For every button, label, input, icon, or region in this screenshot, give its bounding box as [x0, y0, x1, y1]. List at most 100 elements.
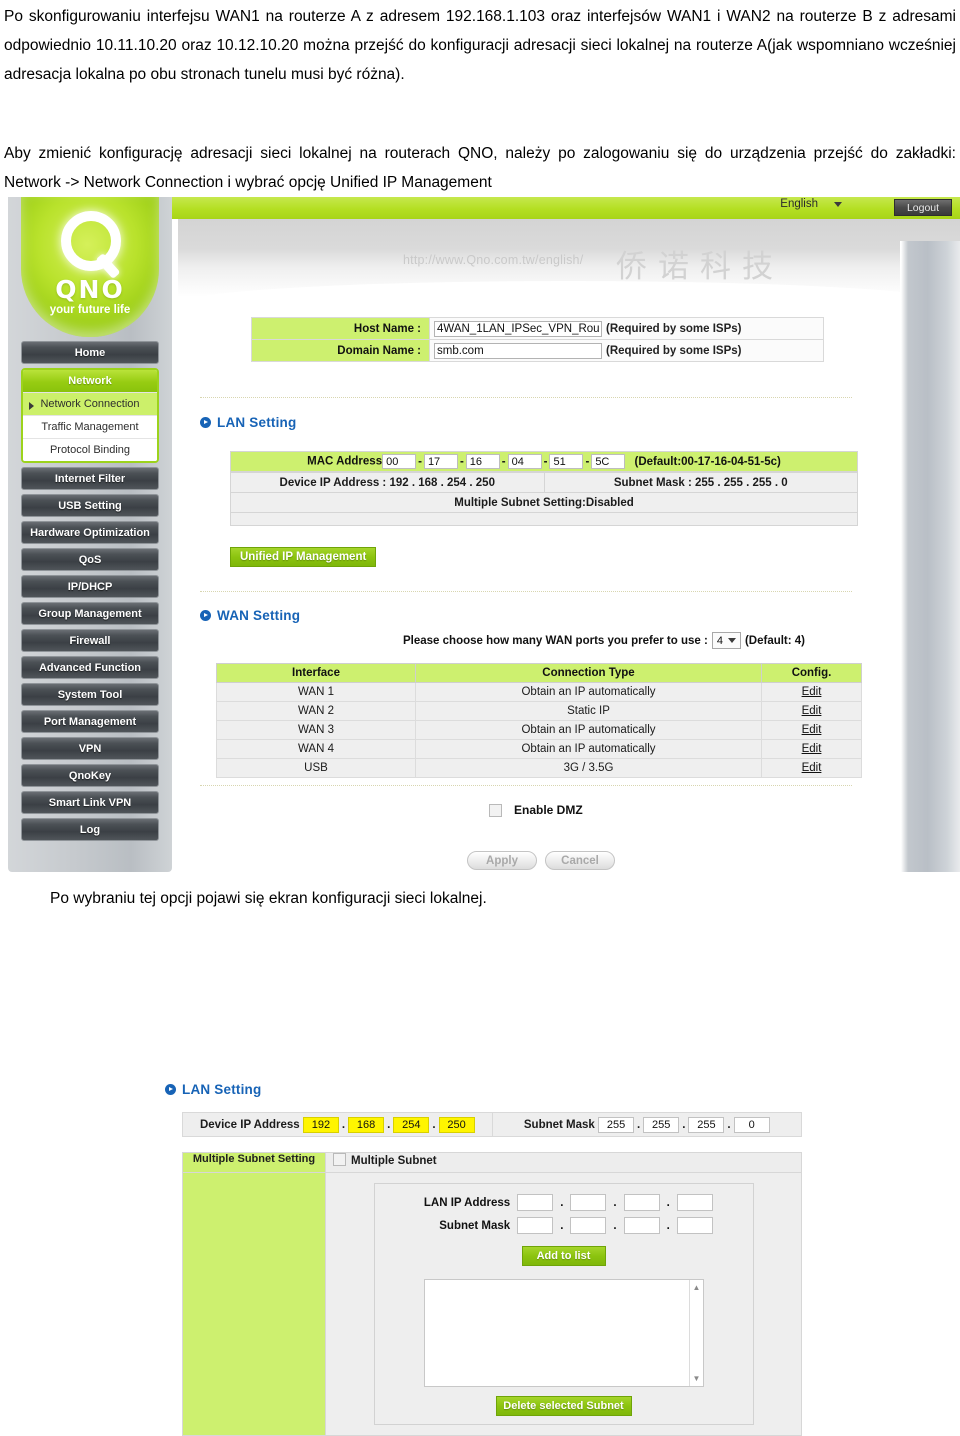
mac-octet-3[interactable]: 16	[465, 454, 500, 469]
sidebar-item-qos[interactable]: QoS	[21, 548, 159, 571]
cancel-button[interactable]: Cancel	[545, 851, 615, 870]
scrollbar[interactable]: ▲ ▼	[688, 1280, 703, 1386]
bullet-arrow-icon	[165, 1084, 176, 1095]
table-row: Multiple Subnet Setting Multiple Subnet	[182, 1152, 802, 1173]
subnet-mask-cell: Subnet Mask 255. 255. 255. 0	[491, 1112, 802, 1137]
wan2-config-cell: Edit	[761, 701, 862, 721]
lan-ip-input-3[interactable]	[623, 1194, 660, 1211]
device-ip-octet-1[interactable]: 192	[302, 1116, 339, 1133]
wan1-interface: WAN 1	[216, 682, 416, 702]
table-row: WAN 3 Obtain an IP automatically Edit	[216, 720, 862, 740]
subnet-mask-octet-3[interactable]: 255	[688, 1116, 725, 1133]
subnet-list-box[interactable]: ▲ ▼	[423, 1279, 704, 1387]
sidebar-item-qnokey[interactable]: QnoKey	[21, 764, 159, 787]
lan-config-heading-text: LAN Setting	[182, 1082, 262, 1097]
wan-port-count-default-hint: (Default: 4)	[744, 634, 806, 647]
wan-port-count-value: 4	[716, 634, 723, 647]
usb-config-cell: Edit	[761, 758, 862, 778]
lan-ip-input-4[interactable]	[676, 1194, 713, 1211]
subnet-entry-form: LAN IP Address ... Subnet Mask ... Add t…	[373, 1183, 754, 1425]
sidebar-item-network-connection[interactable]: Network Connection	[23, 392, 157, 415]
sidebar-item-log[interactable]: Log	[21, 818, 159, 841]
subnet-mask-input-3[interactable]	[623, 1217, 660, 1234]
delete-selected-subnet-button[interactable]: Delete selected Subnet	[495, 1396, 632, 1416]
multiple-subnet-setting-label: Multiple Subnet Setting	[182, 1152, 326, 1173]
subnet-mask-octet-1[interactable]: 255	[598, 1116, 635, 1133]
table-row: MAC Address 00-17-16-04-51-5C (Default:00…	[230, 451, 858, 472]
sidebar-item-system-tool[interactable]: System Tool	[21, 683, 159, 706]
sidebar-item-network[interactable]: Network	[23, 370, 157, 392]
scroll-down-icon[interactable]: ▼	[693, 1374, 701, 1383]
wan2-edit-link[interactable]: Edit	[802, 705, 822, 717]
wan3-config-cell: Edit	[761, 720, 862, 740]
mac-octet-2[interactable]: 17	[423, 454, 458, 469]
wan1-edit-link[interactable]: Edit	[802, 686, 822, 698]
sidebar-item-smart-link-vpn[interactable]: Smart Link VPN	[21, 791, 159, 814]
subnet-mask-input-2[interactable]	[570, 1217, 607, 1234]
lan-ip-summary-table: Device IP Address : 192 . 168 . 254 . 25…	[230, 472, 858, 526]
mac-octet-4[interactable]: 04	[507, 454, 542, 469]
sidebar-item-internet-filter[interactable]: Internet Filter	[21, 467, 159, 490]
enable-dmz-checkbox[interactable]	[489, 803, 502, 817]
sidebar-item-advanced-function[interactable]: Advanced Function	[21, 656, 159, 679]
col-interface: Interface	[216, 663, 416, 683]
unified-ip-management-button[interactable]: Unified IP Management	[230, 547, 377, 567]
device-ip-label: Device IP Address	[199, 1118, 300, 1131]
sidebar-item-protocol-binding[interactable]: Protocol Binding	[23, 438, 157, 461]
mac-address-cell: MAC Address 00-17-16-04-51-5C (Default:00…	[230, 451, 858, 472]
logo-wordmark: QNO	[55, 275, 125, 304]
wan4-edit-link[interactable]: Edit	[802, 743, 822, 755]
lan-ip-input-1[interactable]	[517, 1194, 554, 1211]
mac-octet-1[interactable]: 00	[382, 454, 417, 469]
device-ip-octet-2[interactable]: 168	[348, 1116, 385, 1133]
subnet-mask-octet-4[interactable]: 0	[733, 1116, 770, 1133]
add-to-list-button[interactable]: Add to list	[521, 1246, 606, 1266]
wan-port-count-label: Please choose how many WAN ports you pre…	[403, 634, 708, 647]
subnet-mask-input-4[interactable]	[676, 1217, 713, 1234]
usb-type: 3G / 3.5G	[415, 758, 762, 778]
bullet-arrow-icon	[200, 417, 211, 428]
wan1-type: Obtain an IP automatically	[415, 682, 762, 702]
subnet-mask-label: Subnet Mask	[523, 1118, 595, 1131]
sidebar-item-vpn[interactable]: VPN	[21, 737, 159, 760]
table-row: Domain Name : smb.com (Required by some I…	[251, 339, 824, 362]
sidebar-item-group-management[interactable]: Group Management	[21, 602, 159, 625]
enable-dmz-label: Enable DMZ	[514, 803, 583, 817]
subnet-mask-octet-2[interactable]: 255	[643, 1116, 680, 1133]
lan-config-screenshot: LAN Setting Device IP Address 192. 168. 25…	[155, 1068, 815, 1436]
lan-ip-input-2[interactable]	[570, 1194, 607, 1211]
domain-name-input[interactable]: smb.com	[434, 342, 602, 359]
lan-ip-address-row: LAN IP Address ...	[375, 1194, 753, 1211]
device-ip-summary: Device IP Address : 192 . 168 . 254 . 25…	[230, 472, 545, 493]
device-ip-octet-3[interactable]: 254	[393, 1116, 430, 1133]
multiple-subnet-checkbox[interactable]	[333, 1153, 346, 1166]
subnet-mask-input-1[interactable]	[517, 1217, 554, 1234]
scroll-up-icon[interactable]: ▲	[693, 1283, 701, 1292]
table-row: Host Name : 4WAN_1LAN_IPSec_VPN_Rou (Requ…	[251, 317, 824, 340]
usb-interface: USB	[216, 758, 416, 778]
sidebar-item-home[interactable]: Home	[21, 341, 159, 364]
mac-octet-6[interactable]: 5C	[591, 454, 626, 469]
device-ip-octet-4[interactable]: 250	[438, 1116, 475, 1133]
language-selector[interactable]: English	[780, 198, 842, 210]
chevron-down-icon	[834, 201, 842, 207]
apply-button[interactable]: Apply	[467, 851, 537, 870]
watermark-cjk-logo: 侨诺科技	[616, 249, 784, 285]
wan-port-count-select[interactable]: 4	[711, 632, 741, 649]
logout-button[interactable]: Logout	[894, 199, 952, 216]
wan3-edit-link[interactable]: Edit	[802, 724, 822, 736]
lan-setting-heading: LAN Setting	[200, 415, 296, 430]
multiple-subnet-summary: Multiple Subnet Setting:Disabled	[230, 492, 858, 513]
usb-edit-link[interactable]: Edit	[802, 762, 822, 774]
sidebar-item-port-management[interactable]: Port Management	[21, 710, 159, 733]
mac-octet-5[interactable]: 51	[549, 454, 584, 469]
sidebar-item-usb-setting[interactable]: USB Setting	[21, 494, 159, 517]
subnet-mask-field-label: Subnet Mask	[439, 1219, 511, 1232]
sidebar-item-hardware-optimization[interactable]: Hardware Optimization	[21, 521, 159, 544]
sidebar-item-traffic-management[interactable]: Traffic Management	[23, 415, 157, 438]
sidebar-item-ip-dhcp[interactable]: IP/DHCP	[21, 575, 159, 598]
wan4-config-cell: Edit	[761, 739, 862, 759]
sidebar-item-firewall[interactable]: Firewall	[21, 629, 159, 652]
host-name-input[interactable]: 4WAN_1LAN_IPSec_VPN_Rou	[434, 320, 602, 337]
closing-paragraph: Po wybraniu tej opcji pojawi się ekran k…	[50, 890, 487, 907]
